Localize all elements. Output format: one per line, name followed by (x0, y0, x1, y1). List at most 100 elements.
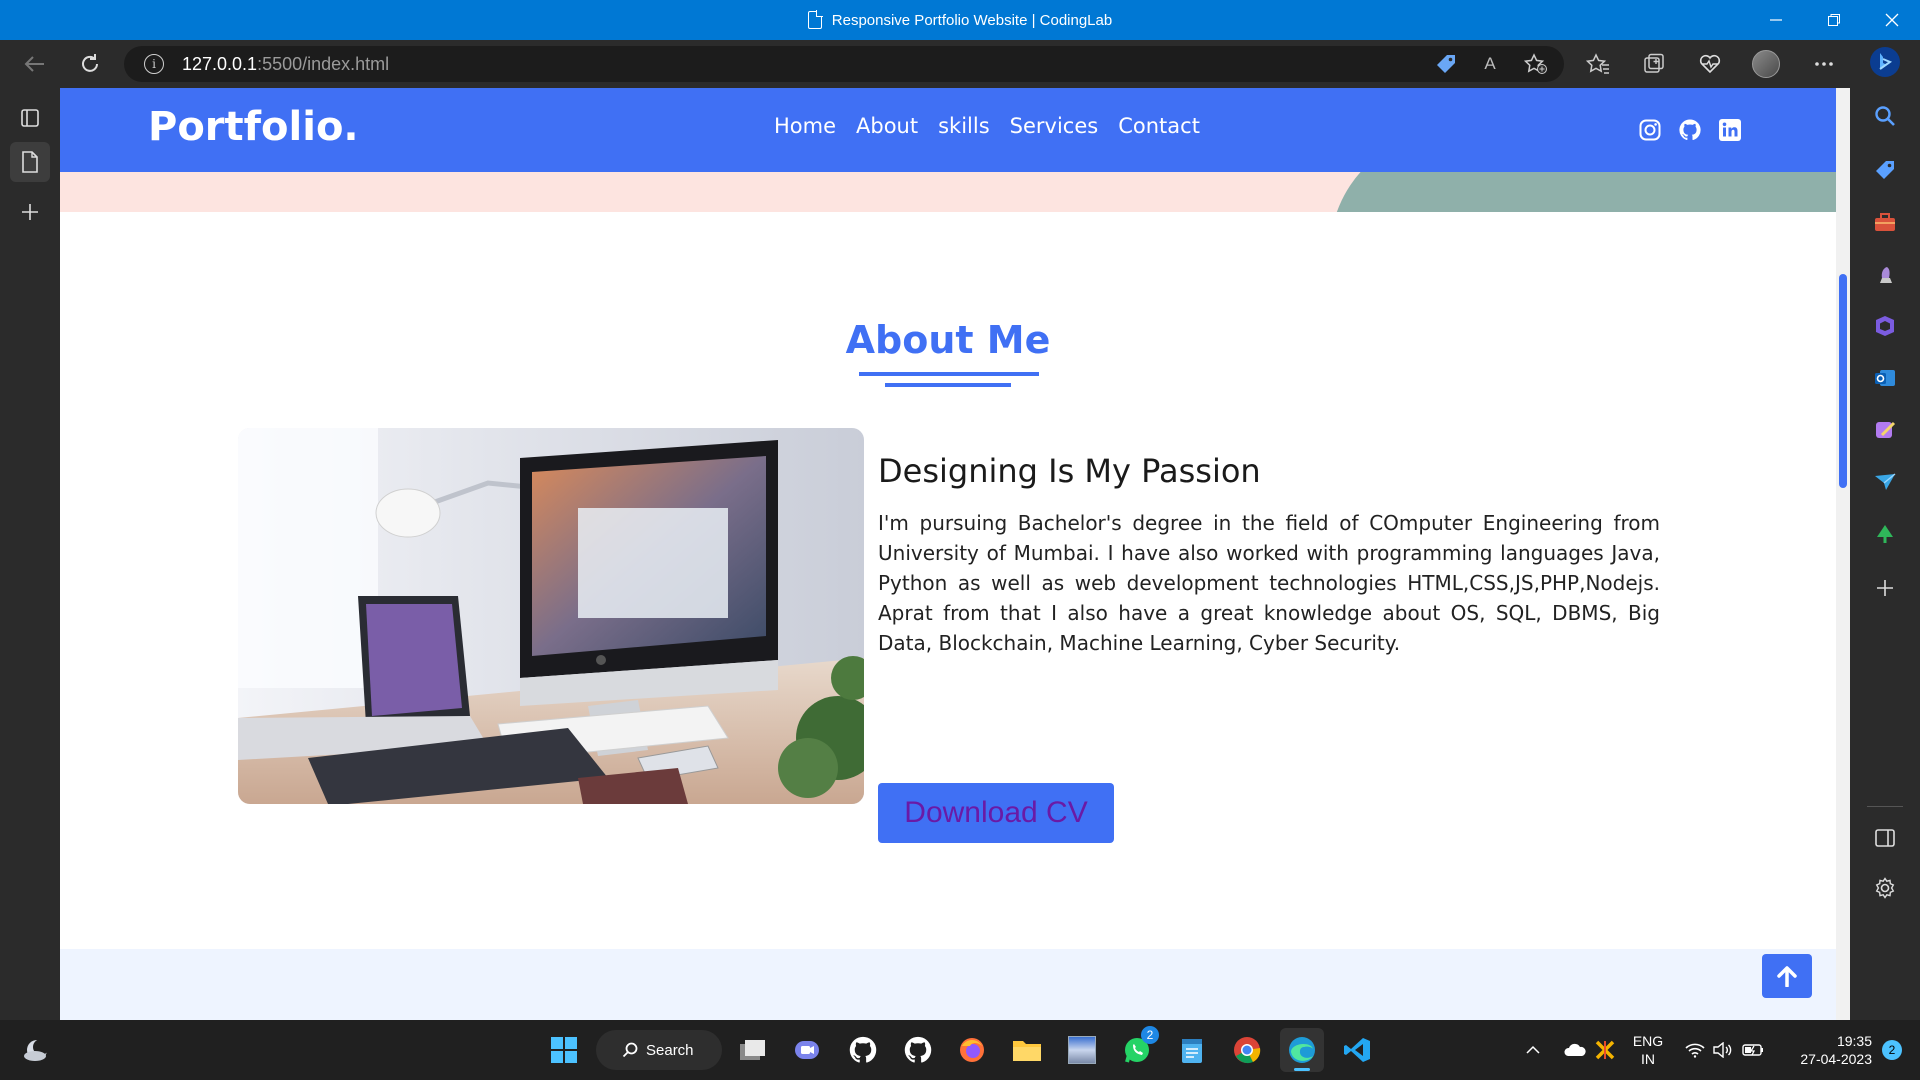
weather-widget[interactable] (14, 1028, 58, 1072)
download-cv-button[interactable]: Download CV (878, 783, 1114, 843)
site-navbar: Portfolio. Home About skills Services Co… (60, 88, 1836, 172)
site-info-icon[interactable]: i (144, 54, 164, 74)
notification-center-button[interactable]: 2 (1874, 1028, 1910, 1072)
onedrive-icon[interactable] (1560, 1028, 1590, 1072)
teams-chat-button[interactable] (785, 1028, 829, 1072)
document-icon (807, 10, 823, 29)
office-icon (1876, 316, 1894, 336)
hide-sidebar-button[interactable] (1867, 820, 1903, 856)
about-heading: Designing Is My Passion (878, 452, 1261, 490)
show-hidden-icons-button[interactable] (1518, 1028, 1548, 1072)
url-host: 127.0.0.1 (182, 53, 258, 74)
start-button[interactable] (542, 1028, 586, 1072)
file-explorer-button[interactable] (1005, 1028, 1049, 1072)
shopping-tag-icon (1876, 161, 1894, 179)
tray-app-icon[interactable] (1590, 1028, 1620, 1072)
close-icon (1885, 13, 1899, 27)
github-app-button[interactable] (896, 1028, 940, 1072)
notepad-button[interactable] (1170, 1028, 1214, 1072)
firefox-icon (960, 1038, 984, 1062)
page-icon (22, 151, 38, 173)
collections-icon (1644, 53, 1664, 73)
collections-button[interactable] (1636, 46, 1672, 82)
instagram-icon[interactable] (1638, 118, 1662, 142)
heart-pulse-icon (1699, 54, 1721, 74)
sidebar-divider (1867, 806, 1903, 807)
chrome-icon (1234, 1037, 1261, 1064)
whatsapp-button[interactable]: 2 (1115, 1026, 1159, 1072)
nav-link-skills[interactable]: skills (938, 114, 990, 138)
microsoft-365-button[interactable] (1867, 308, 1903, 344)
sidebar-settings-button[interactable] (1867, 870, 1903, 906)
nav-link-services[interactable]: Services (1010, 114, 1099, 138)
tag-icon (1437, 55, 1455, 73)
scrollbar-thumb[interactable] (1839, 274, 1847, 488)
arrow-up-icon (1777, 966, 1797, 987)
wifi-icon[interactable] (1680, 1028, 1710, 1072)
clock[interactable]: 19:35 27-04-2023 (1776, 1032, 1872, 1068)
back-button[interactable] (16, 46, 52, 82)
nav-link-contact[interactable]: Contact (1118, 114, 1200, 138)
scroll-to-top-button[interactable] (1762, 954, 1812, 998)
tree-extension-button[interactable] (1867, 516, 1903, 552)
send-button[interactable] (1867, 464, 1903, 500)
chrome-button[interactable] (1225, 1028, 1269, 1072)
site-logo[interactable]: Portfolio. (148, 104, 359, 150)
vscode-icon (1344, 1038, 1370, 1062)
designer-icon (1876, 421, 1896, 438)
back-arrow-icon (24, 56, 44, 72)
coupon-tag-button[interactable] (1428, 46, 1464, 82)
tools-button[interactable] (1867, 204, 1903, 240)
restore-button[interactable] (1806, 0, 1862, 40)
add-favorite-button[interactable] (1518, 46, 1554, 82)
games-button[interactable] (1867, 256, 1903, 292)
edge-button[interactable] (1280, 1028, 1324, 1072)
address-bar[interactable]: i 127.0.0.1:5500/index.html (124, 46, 1564, 82)
title-underline (859, 372, 1039, 376)
language-indicator[interactable]: ENG IN (1628, 1032, 1668, 1068)
designer-button[interactable] (1867, 412, 1903, 448)
about-section: About Me Designing Is My Passion I'm pur… (60, 212, 1836, 949)
favorites-button[interactable] (1580, 46, 1616, 82)
active-tab[interactable] (10, 142, 50, 182)
shopping-button[interactable] (1867, 152, 1903, 188)
game-app-button[interactable] (1060, 1028, 1104, 1072)
window-title-text: Responsive Portfolio Website | CodingLab (831, 11, 1113, 29)
refresh-button[interactable] (72, 46, 108, 82)
more-options-button[interactable] (1806, 46, 1842, 82)
github-desktop-button[interactable] (841, 1028, 885, 1072)
taskbar-search[interactable]: Search (596, 1030, 722, 1070)
bing-chat-button[interactable] (1867, 44, 1903, 80)
outlook-button[interactable] (1867, 360, 1903, 396)
folder-icon (1013, 1041, 1041, 1061)
close-button[interactable] (1864, 0, 1920, 40)
battery-icon[interactable] (1738, 1028, 1768, 1072)
minimize-button[interactable] (1748, 0, 1804, 40)
new-tab-button[interactable] (10, 192, 50, 232)
title-underline-short (885, 383, 1011, 387)
chat-video-icon (795, 1041, 819, 1059)
tab-actions-button[interactable] (10, 98, 50, 138)
sidebar-search-button[interactable] (1867, 98, 1903, 134)
read-aloud-icon: A (1484, 54, 1496, 73)
star-add-icon (1524, 53, 1547, 74)
github-icon[interactable] (1678, 118, 1702, 142)
tab-actions-icon (21, 109, 39, 127)
page-viewport: Portfolio. Home About skills Services Co… (60, 88, 1836, 1020)
nav-links: Home About skills Services Contact (774, 114, 1200, 138)
add-sidebar-app-button[interactable] (1867, 570, 1903, 606)
volume-icon[interactable] (1708, 1028, 1738, 1072)
nav-link-home[interactable]: Home (774, 114, 836, 138)
task-view-button[interactable] (731, 1028, 775, 1072)
browser-essentials-button[interactable] (1692, 46, 1728, 82)
nav-link-about[interactable]: About (856, 114, 918, 138)
sidebar-panel-icon (1875, 829, 1895, 847)
linkedin-icon[interactable] (1718, 118, 1742, 142)
vscode-button[interactable] (1335, 1028, 1379, 1072)
search-icon (622, 1042, 638, 1058)
page-scrollbar[interactable] (1836, 88, 1850, 1020)
edge-icon (1289, 1037, 1315, 1063)
read-aloud-button[interactable]: A (1472, 46, 1508, 82)
firefox-button[interactable] (950, 1028, 994, 1072)
profile-button[interactable] (1748, 46, 1784, 82)
